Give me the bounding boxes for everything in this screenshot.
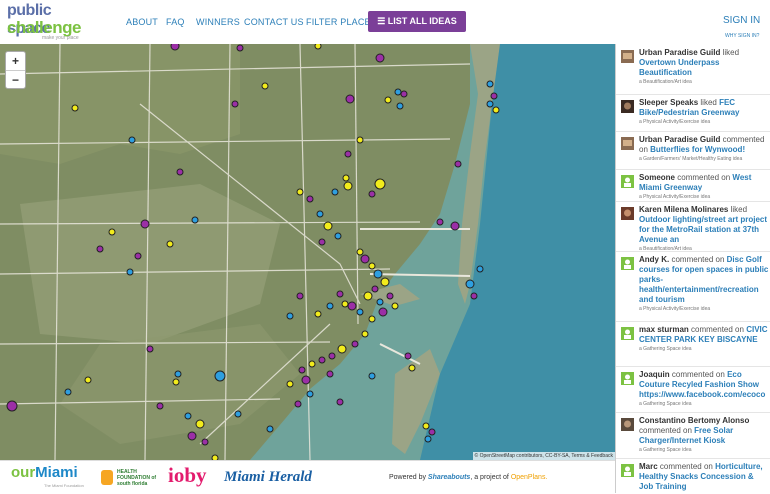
our-miami-m: Miami bbox=[35, 464, 78, 481]
activity-category: a Physical Activity/Exercise idea bbox=[639, 306, 711, 312]
activity-category: a Physical Activity/Exercise idea bbox=[639, 119, 711, 125]
activity-user[interactable]: Marc bbox=[639, 462, 658, 471]
activity-action: commented on bbox=[671, 370, 725, 379]
activity-action: liked bbox=[700, 98, 717, 107]
health-foundation-logo[interactable]: HEALTH FOUNDATION of south florida bbox=[101, 469, 161, 487]
activity-item[interactable]: Urban Paradise Guild liked Overtown Unde… bbox=[616, 44, 770, 95]
activity-user[interactable]: max sturman bbox=[639, 325, 689, 334]
activity-action: liked bbox=[722, 48, 740, 57]
activity-user[interactable]: Karen Milena Molinares bbox=[639, 205, 728, 214]
activity-action: commented on bbox=[677, 173, 731, 182]
activity-user[interactable]: Constantino Bertomy Alonso bbox=[639, 416, 749, 425]
user-avatar bbox=[621, 207, 634, 220]
logo-tagline: make your place bbox=[42, 35, 79, 41]
ideas-map[interactable]: + − bbox=[0, 44, 615, 460]
activity-category: a Gathering Space idea bbox=[639, 447, 692, 453]
nav-filter-places[interactable]: FILTER PLACES bbox=[306, 0, 377, 44]
nav-winners[interactable]: WINNERS bbox=[196, 0, 240, 44]
list-all-ideas-button[interactable]: ☰ LIST ALL IDEAS bbox=[368, 11, 466, 32]
activity-idea-link[interactable]: Overtown Underpass Beautification bbox=[639, 58, 719, 77]
powered-by-label: Powered by bbox=[389, 474, 426, 481]
activity-item[interactable]: Urban Paradise Guild commented on Butter… bbox=[616, 131, 770, 170]
user-avatar bbox=[621, 327, 634, 340]
activity-item[interactable]: Constantino Bertomy Alonso commented on … bbox=[616, 412, 770, 459]
openplans-link[interactable]: OpenPlans. bbox=[511, 474, 548, 481]
powered-by-line: Powered by Shareabouts, a project of Ope… bbox=[389, 474, 547, 481]
why-sign-in-link[interactable]: WHY SIGN IN? bbox=[725, 33, 759, 39]
top-navbar: public space challenge make your place A… bbox=[0, 0, 770, 45]
activity-user[interactable]: Someone bbox=[639, 173, 675, 182]
health-foundation-icon bbox=[101, 470, 113, 485]
activity-category: a Gathering Space idea bbox=[639, 346, 692, 352]
map-tiles bbox=[0, 44, 615, 460]
activity-user[interactable]: Urban Paradise Guild bbox=[639, 135, 720, 144]
activity-user[interactable]: Andy K. bbox=[639, 255, 669, 264]
nav-about[interactable]: ABOUT bbox=[126, 0, 158, 44]
our-miami-our: our bbox=[11, 464, 36, 481]
miami-herald-logo[interactable]: Miami Herald bbox=[224, 469, 312, 486]
list-icon: ☰ bbox=[377, 16, 386, 26]
zoom-out-button[interactable]: − bbox=[6, 71, 25, 89]
user-avatar bbox=[621, 464, 634, 477]
project-of-label: , a project of bbox=[470, 474, 509, 481]
activity-idea-link[interactable]: Outdoor lighting/street art project for … bbox=[639, 215, 767, 244]
our-miami-logo[interactable]: ourMiami bbox=[11, 464, 78, 481]
activity-action: commented on bbox=[639, 426, 692, 435]
sponsor-footer: ourMiami The Miami Foundation HEALTH FOU… bbox=[0, 460, 615, 494]
activity-user[interactable]: Urban Paradise Guild bbox=[639, 48, 720, 57]
activity-category: a Gathering Space idea bbox=[639, 401, 692, 407]
list-all-ideas-label: LIST ALL IDEAS bbox=[387, 16, 457, 26]
activity-item[interactable]: max sturman commented on CIVIC CENTER PA… bbox=[616, 321, 770, 367]
ioby-logo[interactable]: ioby bbox=[168, 463, 207, 488]
zoom-in-button[interactable]: + bbox=[6, 52, 25, 71]
sign-in-link[interactable]: SIGN IN bbox=[723, 15, 760, 26]
activity-action: commented on bbox=[659, 462, 713, 471]
activity-feed[interactable]: Urban Paradise Guild liked Overtown Unde… bbox=[615, 44, 770, 493]
user-avatar bbox=[621, 175, 634, 188]
public-space-challenge-logo[interactable]: public space challenge make your place bbox=[7, 2, 93, 41]
activity-item[interactable]: Andy K. commented on Disc Golf courses f… bbox=[616, 251, 770, 322]
map-attribution[interactable]: © OpenStreetMap contributors, CC-BY-SA, … bbox=[472, 452, 615, 460]
user-avatar bbox=[621, 100, 634, 113]
zoom-control: + − bbox=[5, 51, 26, 89]
activity-category: a Beautification/Art idea bbox=[639, 79, 692, 85]
activity-action: liked bbox=[730, 205, 748, 214]
activity-action: commented on bbox=[671, 255, 725, 264]
health-foundation-label: HEALTH FOUNDATION of south florida bbox=[117, 469, 157, 487]
activity-item[interactable]: Marc commented on Horticulture, Healthy … bbox=[616, 458, 770, 493]
user-avatar bbox=[621, 257, 634, 270]
miami-foundation-label: The Miami Foundation bbox=[44, 483, 84, 488]
activity-item[interactable]: Sleeper Speaks liked FEC Bike/Pedestrian… bbox=[616, 94, 770, 132]
user-avatar bbox=[621, 137, 634, 150]
activity-item[interactable]: Karen Milena Molinares liked Outdoor lig… bbox=[616, 201, 770, 252]
nav-faq[interactable]: FAQ bbox=[166, 0, 185, 44]
nav-contact-us[interactable]: CONTACT US bbox=[244, 0, 304, 44]
user-avatar bbox=[621, 372, 634, 385]
activity-item[interactable]: Someone commented on West Miami Greenway… bbox=[616, 169, 770, 202]
activity-item[interactable]: Joaquin commented on Eco Couture Recyled… bbox=[616, 366, 770, 413]
activity-user[interactable]: Joaquin bbox=[639, 370, 670, 379]
shareabouts-link[interactable]: Shareabouts bbox=[428, 474, 470, 481]
activity-idea-link[interactable]: Butterflies for Wynwood! bbox=[650, 145, 745, 154]
activity-category: a Garden/Farmers' Market/Healthy Eating … bbox=[639, 156, 743, 162]
activity-user[interactable]: Sleeper Speaks bbox=[639, 98, 698, 107]
user-avatar bbox=[621, 418, 634, 431]
activity-action: commented on bbox=[691, 325, 744, 334]
user-avatar bbox=[621, 50, 634, 63]
